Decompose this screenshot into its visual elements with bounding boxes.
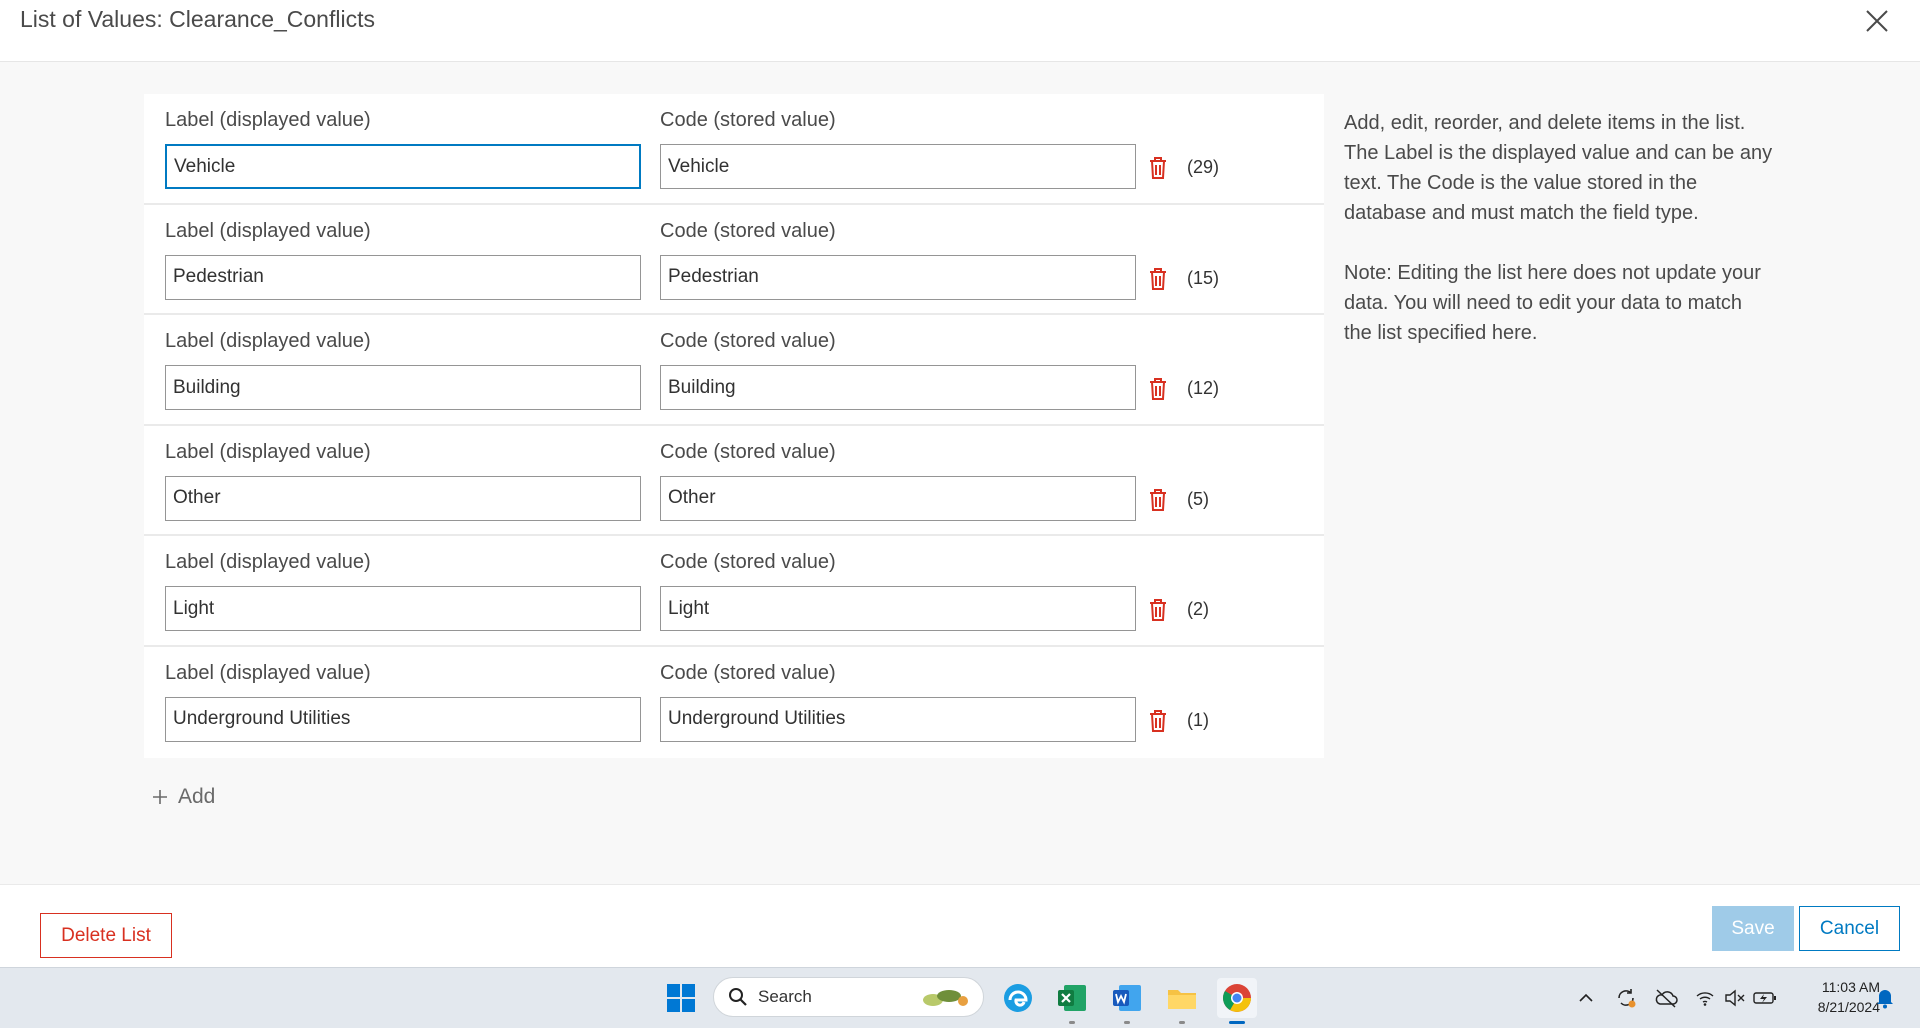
sync-status[interactable]	[1614, 986, 1638, 1010]
volume-muted-icon	[1725, 989, 1745, 1007]
usage-count: (1)	[1187, 709, 1209, 730]
label-field-caption: Label (displayed value)	[165, 109, 371, 131]
code-field-caption: Code (stored value)	[660, 551, 836, 574]
dialog-header: List of Values: Clearance_Conflicts	[0, 0, 1920, 62]
label-input[interactable]	[165, 696, 641, 742]
taskbar-chrome[interactable]	[1217, 978, 1257, 1024]
taskbar-excel[interactable]	[1052, 978, 1092, 1024]
list-item: Label (displayed value) Code (stored val…	[144, 646, 1324, 758]
label-field-caption: Label (displayed value)	[165, 219, 371, 242]
onedrive-status[interactable]	[1654, 986, 1678, 1010]
code-field-caption: Code (stored value)	[660, 109, 836, 131]
save-button[interactable]: Save	[1712, 906, 1794, 951]
label-input[interactable]	[165, 144, 641, 189]
code-input[interactable]	[660, 586, 1136, 632]
list-of-values-dialog: List of Values: Clearance_Conflicts Labe…	[0, 0, 1920, 967]
code-input[interactable]	[660, 475, 1136, 521]
volume-control[interactable]	[1723, 986, 1747, 1010]
usage-count: (15)	[1187, 267, 1220, 288]
show-hidden-icons-button[interactable]	[1574, 986, 1598, 1010]
windows-logo-icon	[667, 984, 695, 1012]
values-list: Label (displayed value) Code (stored val…	[144, 94, 1324, 758]
battery-status[interactable]	[1753, 986, 1777, 1010]
search-placeholder: Search	[758, 987, 812, 1006]
label-input[interactable]	[165, 586, 641, 632]
folder-icon	[1168, 990, 1196, 1009]
code-field-caption: Code (stored value)	[660, 661, 836, 684]
wifi-icon	[1696, 992, 1714, 1006]
delete-list-button[interactable]: Delete List	[40, 913, 172, 958]
label-field-caption: Label (displayed value)	[165, 440, 371, 463]
plus-icon	[153, 790, 167, 804]
code-input[interactable]	[660, 254, 1136, 300]
code-input[interactable]	[660, 365, 1136, 411]
label-input[interactable]	[165, 254, 641, 300]
usage-count: (12)	[1187, 378, 1220, 399]
help-paragraph: Add, edit, reorder, and delete items in …	[1344, 112, 1773, 224]
windows-taskbar: Search 11:03 AM 8/21/2024	[0, 967, 1920, 1028]
taskbar-edge[interactable]	[998, 978, 1038, 1018]
usage-count: (5)	[1187, 488, 1209, 509]
taskbar-clock[interactable]: 11:03 AM 8/21/2024	[1790, 977, 1880, 1017]
help-text: Add, edit, reorder, and delete items in …	[1344, 108, 1774, 348]
running-indicator	[1179, 1021, 1185, 1024]
code-input[interactable]	[660, 144, 1136, 189]
trash-icon[interactable]	[1147, 598, 1169, 622]
chrome-icon	[1223, 984, 1251, 1012]
taskbar-word[interactable]	[1107, 978, 1147, 1024]
chevron-up-icon	[1579, 993, 1593, 1002]
code-input[interactable]	[660, 696, 1136, 742]
list-item: Label (displayed value) Code (stored val…	[144, 425, 1324, 537]
list-item: Label (displayed value) Code (stored val…	[144, 94, 1324, 205]
label-field-caption: Label (displayed value)	[165, 330, 371, 353]
label-field-caption: Label (displayed value)	[165, 551, 371, 574]
search-highlight-icon	[923, 990, 968, 1006]
sync-icon	[1618, 989, 1636, 1008]
close-button[interactable]	[1862, 6, 1892, 36]
usage-count: (2)	[1187, 599, 1209, 620]
running-indicator	[1069, 1021, 1075, 1024]
add-item-button[interactable]: Add	[152, 782, 215, 812]
search-icon	[729, 988, 747, 1006]
usage-count: (29)	[1187, 157, 1220, 177]
taskbar-file-explorer[interactable]	[1162, 978, 1202, 1024]
list-item: Label (displayed value) Code (stored val…	[144, 315, 1324, 426]
cloud-offline-icon	[1655, 989, 1678, 1008]
label-field-caption: Label (displayed value)	[165, 661, 371, 684]
trash-icon[interactable]	[1147, 267, 1169, 291]
active-indicator	[1229, 1021, 1245, 1024]
trash-icon[interactable]	[1147, 709, 1169, 733]
trash-icon[interactable]	[1147, 488, 1169, 512]
network-status[interactable]	[1693, 986, 1717, 1010]
taskbar-search[interactable]: Search	[713, 977, 984, 1017]
dialog-title: List of Values: Clearance_Conflicts	[20, 6, 375, 32]
code-field-caption: Code (stored value)	[660, 440, 836, 463]
code-field-caption: Code (stored value)	[660, 219, 836, 242]
label-input[interactable]	[165, 365, 641, 411]
trash-icon[interactable]	[1147, 377, 1169, 401]
running-indicator	[1124, 1021, 1130, 1024]
edge-icon	[1004, 984, 1032, 1012]
battery-charging-icon	[1753, 992, 1776, 1004]
start-button[interactable]	[661, 978, 701, 1018]
add-item-label: Add	[178, 785, 216, 808]
list-item: Label (displayed value) Code (stored val…	[144, 204, 1324, 316]
close-icon	[1866, 10, 1888, 32]
clock-date: 8/21/2024	[1817, 999, 1880, 1015]
excel-icon	[1058, 985, 1086, 1011]
cancel-button[interactable]: Cancel	[1799, 906, 1900, 951]
word-icon	[1113, 985, 1141, 1011]
label-input[interactable]	[165, 475, 641, 521]
list-item: Label (displayed value) Code (stored val…	[144, 536, 1324, 647]
help-note: Note: Editing the list here does not upd…	[1344, 262, 1761, 344]
trash-icon[interactable]	[1147, 156, 1169, 180]
dialog-footer: Delete List Save Cancel	[0, 884, 1920, 967]
code-field-caption: Code (stored value)	[660, 330, 836, 353]
clock-time: 11:03 AM	[1821, 979, 1880, 995]
notifications-button[interactable]	[1873, 986, 1897, 1010]
bell-icon	[1877, 990, 1893, 1009]
